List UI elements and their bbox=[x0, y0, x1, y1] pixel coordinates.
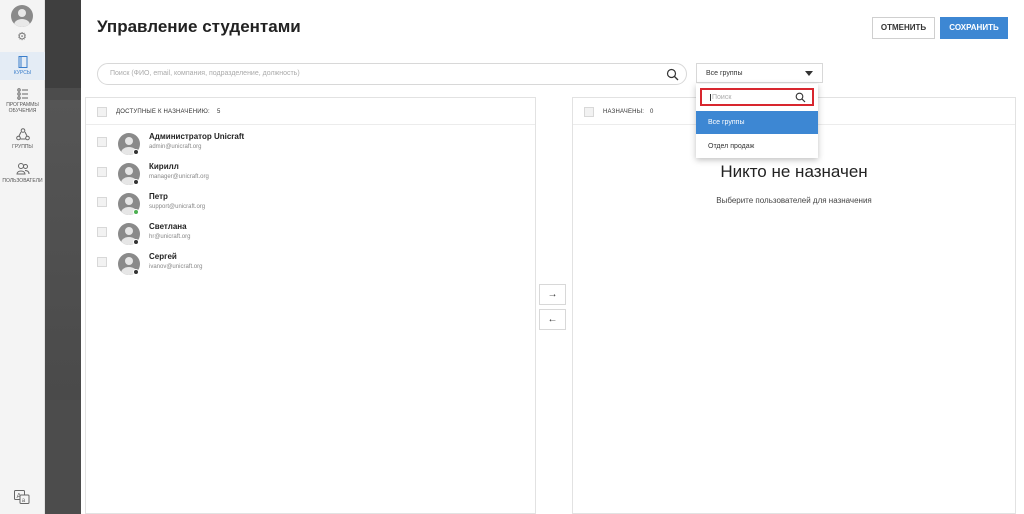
nav-label-courses: КУРСЫ bbox=[13, 70, 32, 76]
assigned-label: НАЗНАЧЕНЫ: bbox=[603, 109, 645, 115]
nav-label-users: ПОЛЬЗОВАТЕЛИ bbox=[2, 178, 43, 184]
user-checkbox[interactable] bbox=[97, 227, 107, 237]
settings-icon[interactable]: ⚙ bbox=[16, 31, 28, 43]
group-filter-select[interactable]: Все группы bbox=[696, 63, 823, 83]
available-panel-header: ДОСТУПНЫЕ К НАЗНАЧЕНИЮ: 5 bbox=[86, 98, 535, 125]
user-checkbox[interactable] bbox=[97, 197, 107, 207]
groups-icon bbox=[15, 128, 30, 141]
user-row[interactable]: Сергей ivanov@unicraft.org bbox=[86, 249, 535, 279]
background-overlay bbox=[45, 0, 81, 514]
user-name: Кирилл bbox=[149, 162, 179, 171]
move-right-button[interactable]: → bbox=[539, 284, 566, 305]
group-filter-dropdown: Поиск Все группы Отдел продаж bbox=[696, 84, 818, 158]
assigned-count: 0 bbox=[650, 109, 654, 115]
student-management-modal: Управление студентами ОТМЕНИТЬ СОХРАНИТЬ… bbox=[81, 0, 1024, 514]
empty-state-title: Никто не назначен bbox=[720, 162, 868, 181]
chevron-down-icon bbox=[805, 71, 813, 76]
cancel-button[interactable]: ОТМЕНИТЬ bbox=[872, 17, 935, 39]
select-all-available-checkbox[interactable] bbox=[97, 107, 107, 117]
user-name: Светлана bbox=[149, 222, 187, 231]
group-search-input[interactable]: Поиск bbox=[700, 88, 814, 106]
group-filter-value: Все группы bbox=[706, 70, 743, 77]
nav-item-programs[interactable]: ПРОГРАММЫ ОБУЧЕНИЯ bbox=[0, 88, 45, 118]
user-row[interactable]: Петр support@unicraft.org bbox=[86, 189, 535, 219]
nav-item-users[interactable]: ПОЛЬЗОВАТЕЛИ bbox=[0, 162, 45, 186]
available-panel: ДОСТУПНЫЕ К НАЗНАЧЕНИЮ: 5 Администратор … bbox=[85, 97, 536, 514]
search-icon[interactable] bbox=[666, 68, 679, 81]
search-icon[interactable] bbox=[795, 92, 806, 103]
nav-label-programs-2: ОБУЧЕНИЯ bbox=[8, 108, 37, 114]
search-placeholder: Поиск (ФИО, email, компания, подразделен… bbox=[110, 70, 300, 77]
save-button[interactable]: СОХРАНИТЬ bbox=[940, 17, 1008, 39]
nav-item-groups[interactable]: ГРУППЫ bbox=[0, 128, 45, 152]
user-checkbox[interactable] bbox=[97, 167, 107, 177]
select-all-assigned-checkbox[interactable] bbox=[584, 107, 594, 117]
user-email: manager@unicraft.org bbox=[149, 174, 209, 180]
user-checkbox[interactable] bbox=[97, 257, 107, 267]
assigned-panel: НАЗНАЧЕНЫ: 0 bbox=[572, 97, 1016, 514]
user-email: admin@unicraft.org bbox=[149, 144, 202, 150]
group-option-sales[interactable]: Отдел продаж bbox=[696, 135, 818, 158]
book-icon bbox=[18, 56, 27, 68]
user-row[interactable]: Кирилл manager@unicraft.org bbox=[86, 159, 535, 189]
status-indicator bbox=[133, 179, 139, 185]
sidebar-nav: ⚙ КУРСЫ ПРОГРАММЫ ОБУЧЕНИЯ ГРУППЫ ПОЛЬЗО… bbox=[0, 0, 45, 514]
user-name: Администратор Unicraft bbox=[149, 132, 245, 141]
transfer-controls: → ← bbox=[539, 284, 567, 334]
user-avatar[interactable] bbox=[11, 5, 33, 27]
move-left-button[interactable]: ← bbox=[539, 309, 566, 330]
user-row[interactable]: Администратор Unicraft admin@unicraft.org bbox=[86, 129, 535, 159]
user-row[interactable]: Светлана hr@unicraft.org bbox=[86, 219, 535, 249]
nav-label-groups: ГРУППЫ bbox=[12, 144, 33, 150]
status-indicator bbox=[133, 239, 139, 245]
list-icon bbox=[16, 88, 28, 100]
user-name: Сергей bbox=[149, 252, 177, 261]
user-email: hr@unicraft.org bbox=[149, 234, 191, 240]
group-option-all[interactable]: Все группы bbox=[696, 111, 818, 134]
search-input[interactable]: Поиск (ФИО, email, компания, подразделен… bbox=[97, 63, 687, 85]
user-checkbox[interactable] bbox=[97, 137, 107, 147]
status-indicator bbox=[133, 209, 139, 215]
user-email: ivanov@unicraft.org bbox=[149, 264, 203, 270]
nav-item-courses[interactable]: КУРСЫ bbox=[0, 52, 45, 80]
user-email: support@unicraft.org bbox=[149, 204, 206, 210]
language-icon[interactable]: Aa bbox=[14, 490, 30, 504]
user-name: Петр bbox=[149, 192, 168, 201]
page-title: Управление студентами bbox=[97, 17, 301, 36]
available-label: ДОСТУПНЫЕ К НАЗНАЧЕНИЮ: bbox=[116, 109, 210, 115]
status-indicator bbox=[133, 149, 139, 155]
users-icon bbox=[15, 163, 29, 175]
empty-state-subtitle: Выберите пользователей для назначения bbox=[716, 196, 872, 205]
available-count: 5 bbox=[217, 109, 221, 115]
status-indicator bbox=[133, 269, 139, 275]
group-search-placeholder: Поиск bbox=[710, 94, 732, 101]
